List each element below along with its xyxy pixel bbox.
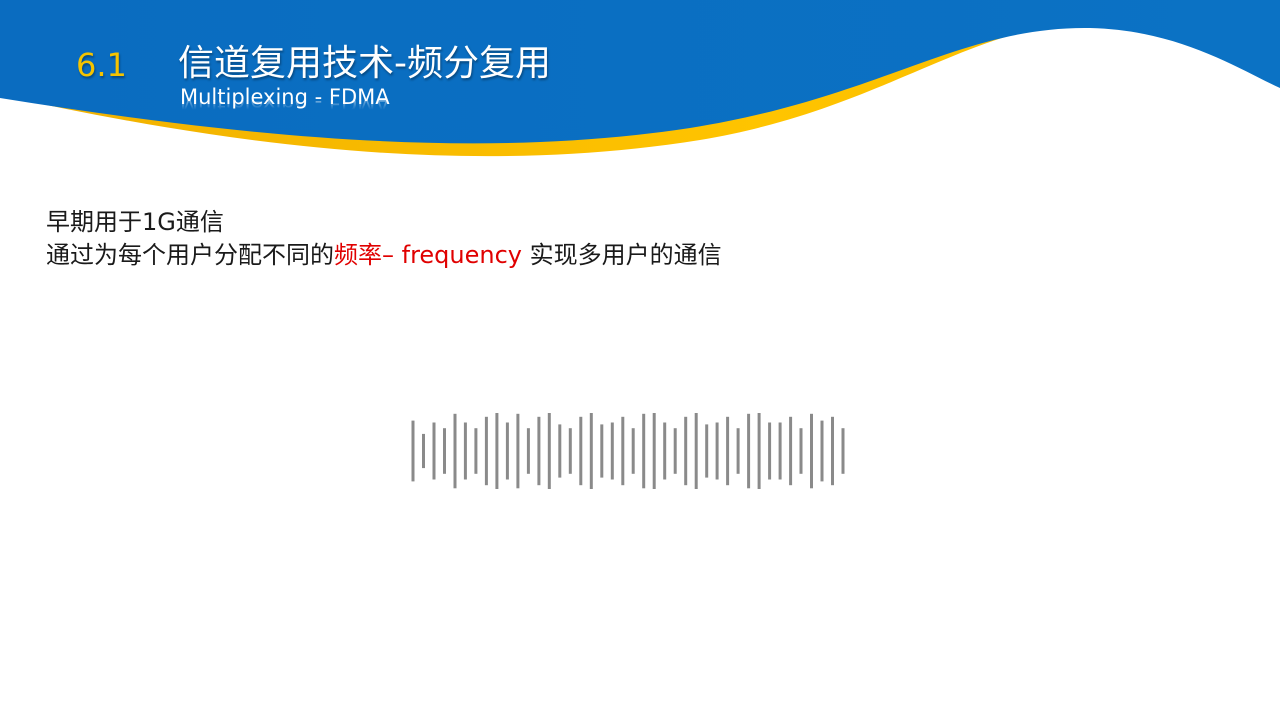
waveform-bar (810, 413, 813, 489)
body-line-2: 通过为每个用户分配不同的频率– frequency 实现多用户的通信 (46, 239, 722, 272)
waveform-bar (621, 416, 625, 486)
waveform-bar (537, 416, 541, 486)
waveform-bar (705, 424, 709, 478)
waveform-bar (495, 413, 499, 489)
waveform-bar (663, 422, 667, 480)
section-number: 6.1 (76, 46, 127, 84)
audio-waveform-icon (411, 413, 845, 489)
body-line-2-after: 实现多用户的通信 (529, 241, 722, 269)
waveform-bar (411, 420, 415, 482)
waveform-bar (715, 422, 719, 480)
waveform-bar (799, 428, 803, 474)
waveform-bar (747, 413, 751, 489)
waveform-bar (673, 428, 677, 474)
waveform-bar (568, 428, 572, 474)
waveform-bar (726, 416, 730, 486)
waveform-bar (652, 413, 656, 489)
waveform-bar (432, 422, 436, 480)
waveform-bar (579, 416, 583, 486)
waveform-bar (820, 420, 824, 482)
slide: 6.1 信道复用技术-频分复用 Multiplexing - FDMA Mult… (0, 0, 1280, 720)
waveform-bar (831, 416, 834, 486)
body-text: 早期用于1G通信 通过为每个用户分配不同的频率– frequency 实现多用户… (46, 206, 722, 272)
waveform-bar (422, 433, 425, 469)
highlight-frequency-en: – frequency (382, 241, 523, 269)
waveform-bar (589, 413, 593, 489)
waveform-bar (516, 413, 520, 489)
page-title: 信道复用技术-频分复用 (178, 43, 551, 84)
waveform-bar (789, 416, 793, 486)
waveform-bar (443, 428, 446, 474)
body-line-1: 早期用于1G通信 (46, 208, 224, 236)
waveform-bar (642, 413, 646, 489)
waveform-bar (558, 424, 562, 478)
waveform-bar (694, 413, 698, 489)
highlight-frequency-zh: 频率 (334, 241, 382, 269)
subtitle-group: Multiplexing - FDMA Multiplexing - FDMA (180, 84, 390, 124)
body-line-2-before: 通过为每个用户分配不同的 (46, 241, 334, 269)
waveform-bar (841, 428, 845, 474)
waveform-bar (505, 422, 509, 480)
waveform-bar (778, 422, 782, 480)
waveform-bar (600, 424, 604, 478)
waveform-bar (631, 428, 635, 474)
waveform-bar (463, 422, 467, 480)
waveform-bar (610, 422, 614, 480)
waveform-bar (684, 416, 688, 486)
waveform-bar (757, 413, 761, 489)
waveform-bar (484, 416, 488, 486)
waveform-bar (547, 413, 551, 489)
waveform-bar (526, 428, 530, 474)
waveform-bar (453, 413, 457, 489)
waveform-bar (736, 428, 740, 474)
page-subtitle-reflection: Multiplexing - FDMA (180, 100, 390, 115)
waveform-bar (474, 428, 478, 474)
waveform-bar (768, 422, 772, 480)
